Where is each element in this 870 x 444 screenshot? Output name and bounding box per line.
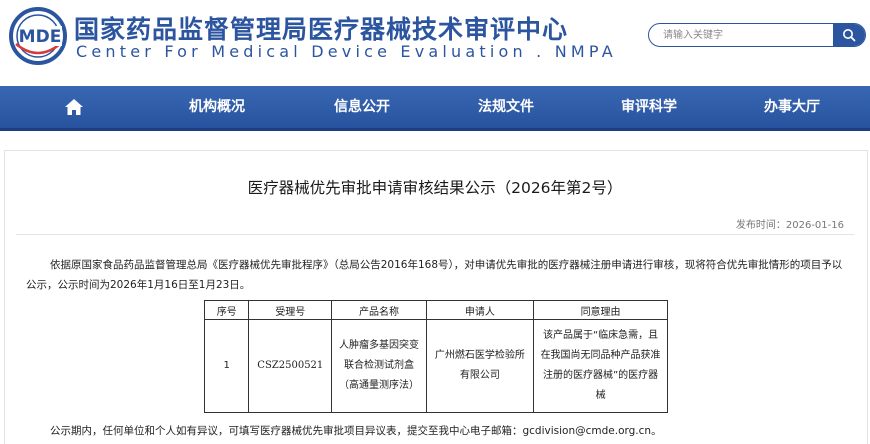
header-acceptance-no: 受理号 [248,300,333,320]
main-nav: 机构概况 信息公开 法规文件 审评科学 办事大厅 [0,86,870,131]
table-header-row: 序号 受理号 产品名称 申请人 同意理由 [203,300,668,320]
search-input[interactable] [649,24,835,46]
header-applicant: 申请人 [425,300,535,320]
nav-item-regulations[interactable]: 法规文件 [478,86,534,128]
cell-applicant: 广州燃石医学检验所有限公司 [425,319,535,413]
publish-label: 发布时间： [735,220,786,231]
home-icon[interactable] [64,97,84,117]
site-title-cn: 国家药品监督管理局医疗器械技术审评中心 [74,15,569,44]
header-product-name: 产品名称 [331,300,427,320]
site-title-en: Center For Medical Device Evaluation . N… [76,42,617,61]
header-reason: 同意理由 [533,300,668,320]
search-button[interactable] [833,24,865,46]
publish-date: 2026-01-16 [785,220,844,231]
publish-time: 发布时间：2026-01-16 [736,216,844,231]
cell-reason: 该产品属于“临床急需，且在我国尚无同品种产品获准注册的医疗器械”的医疗器械 [533,319,668,413]
header-no: 序号 [203,300,250,320]
logo-text: MDE [19,27,62,47]
cell-acceptance-no: CSZ2500521 [248,319,333,413]
nav-item-info[interactable]: 信息公开 [334,86,390,128]
site-header: MDE 国家药品监督管理局医疗器械技术审评中心 Center For Medic… [0,0,870,86]
cell-product-name: 人肿瘤多基因突变联合检测试剂盒（高通量测序法） [331,319,427,413]
footer-paragraph: 公示期内，任何单位和个人如有异议，可填写医疗器械优先审批项目异议表，提交至我中心… [50,425,662,437]
page-title: 医疗器械优先审批申请审核结果公示（2026年第2号） [247,179,623,197]
nav-item-about[interactable]: 机构概况 [189,86,245,128]
nav-item-service[interactable]: 办事大厅 [764,86,820,128]
result-table: 序号 受理号 产品名称 申请人 同意理由 1 CSZ2500521 人肿瘤多基因… [203,300,668,413]
table-row: 1 CSZ2500521 人肿瘤多基因突变联合检测试剂盒（高通量测序法） 广州燃… [203,319,668,413]
cell-no: 1 [203,319,250,413]
search-box [648,23,866,47]
nav-item-science[interactable]: 审评科学 [621,86,677,128]
title-divider [16,234,854,235]
search-icon [843,29,856,42]
intro-paragraph: 依据原国家食品药品监督管理总局《医疗器械优先审批程序》（总局公告2016年168… [26,259,843,291]
cmde-logo[interactable]: MDE [8,6,68,66]
